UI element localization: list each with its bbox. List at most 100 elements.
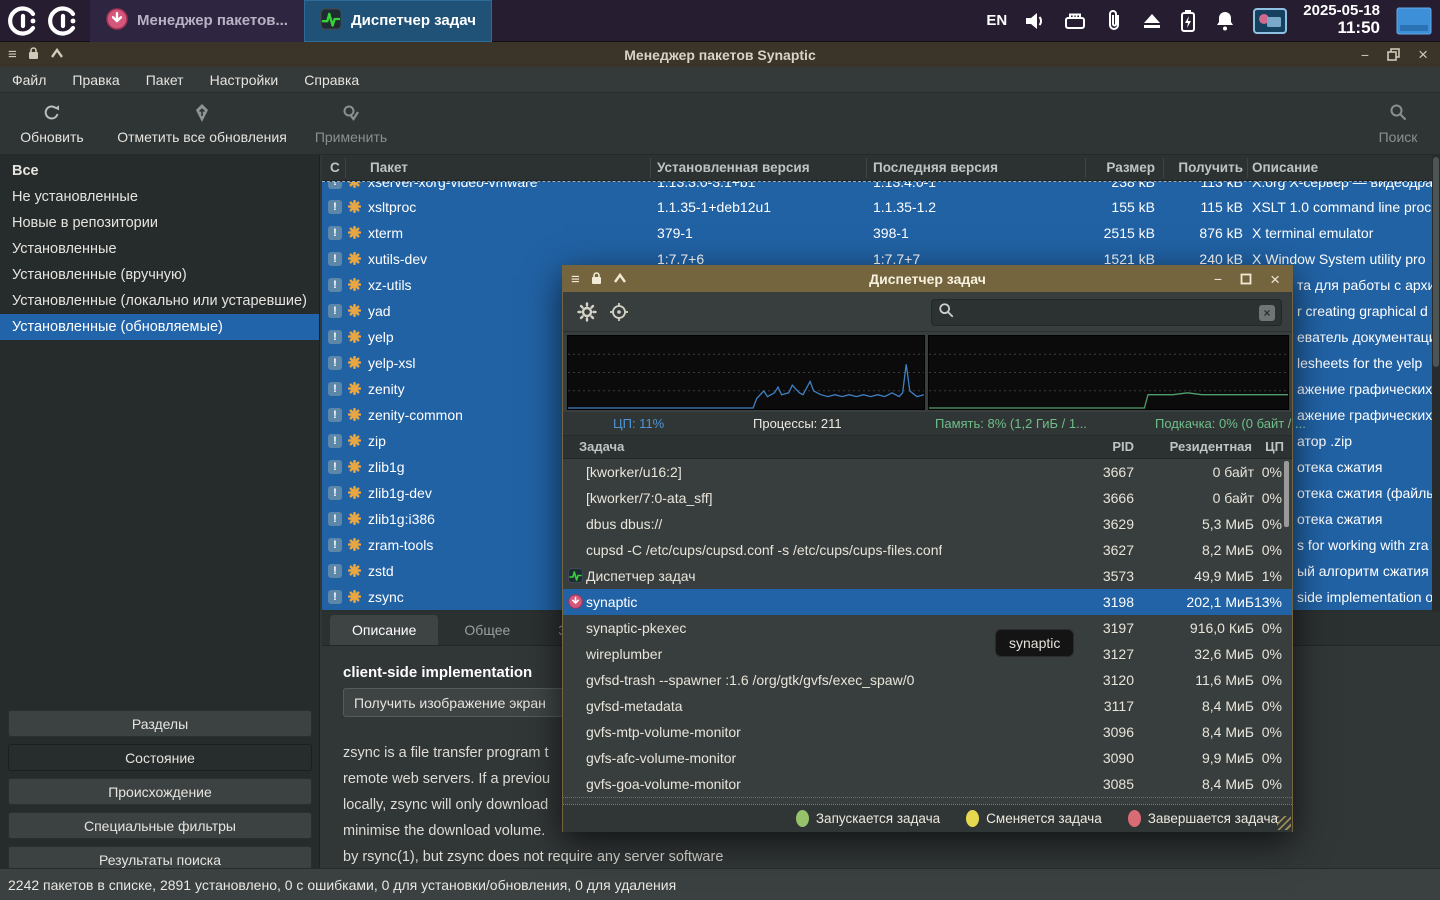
refresh-button[interactable]: Обновить [8, 99, 96, 149]
mark-all-upgrades-button[interactable]: Отметить все обновления [100, 99, 304, 149]
clipboard-icon[interactable] [1103, 9, 1125, 33]
clock[interactable]: 2025-05-18 11:50 [1303, 2, 1380, 38]
details-tab[interactable]: Описание [330, 615, 439, 645]
column-header[interactable]: Описание [1252, 155, 1318, 181]
package-row[interactable]: ! xserver-xorg-video-vmware 1:13.3.0-3.1+b… [322, 181, 1432, 194]
battery-icon[interactable] [1179, 9, 1197, 33]
process-name: gvfs-afc-volume-monitor [586, 750, 737, 766]
process-table[interactable]: [kworker/u16:2] 3667 0 байт 0% [kworker/7:0-… [563, 459, 1292, 798]
process-pid: 3629 [1102, 516, 1134, 532]
process-row[interactable]: gvfsd-metadata 3117 8,4 МиБ 0% [563, 693, 1292, 719]
taskbar-window-list: Менеджер пакетов... Диспетчер задач [90, 0, 492, 42]
menubar-item[interactable]: Настройки [210, 72, 279, 88]
process-row[interactable]: [kworker/u16:2] 3667 0 байт 0% [563, 459, 1292, 485]
sidebar-filter-item[interactable]: Не установленные [0, 184, 319, 210]
close-button[interactable]: × [1418, 46, 1428, 63]
process-row[interactable]: wireplumber 3127 32,6 МиБ 0% [563, 641, 1292, 667]
show-desktop-icon[interactable] [1396, 7, 1432, 35]
synaptic-titlebar[interactable]: ≡ Менеджер пакетов Synaptic − × [0, 42, 1440, 67]
package-row-clipped[interactable]: ! xserver-xorg-video-vmware 1:13.3.0-3.1+b… [322, 181, 1432, 194]
keyboard-icon[interactable] [1063, 9, 1087, 33]
filter-mode-button[interactable]: Состояние [8, 744, 312, 771]
column-header[interactable]: Получить [1157, 155, 1243, 181]
process-row[interactable]: cupsd -C /etc/cups/cupsd.conf -s /etc/cu… [563, 537, 1292, 563]
process-row[interactable]: [kworker/7:0-ata_sff] 3666 0 байт 0% [563, 485, 1292, 511]
process-row[interactable]: gvfsd-trash --spawner :1.6 /org/gtk/gvfs… [563, 667, 1292, 693]
filter-mode-button[interactable]: Разделы [8, 710, 312, 737]
screenshot-tool-icon[interactable] [1253, 7, 1288, 34]
column-separator [866, 158, 867, 178]
time-label: 11:50 [1337, 18, 1380, 38]
process-row[interactable]: gvfs-afc-volume-monitor 3090 9,9 МиБ 0% [563, 745, 1292, 771]
notifications-bell-icon[interactable] [1213, 9, 1237, 33]
package-row[interactable]: ! xterm 379-1 398-1 2515 kB 876 kB X terminal … [322, 220, 1432, 246]
package-description: lesheets for the yelp [1297, 355, 1423, 371]
menubar-item[interactable]: Пакет [146, 72, 184, 88]
process-memory: 8,4 МиБ [1201, 698, 1254, 714]
filter-mode-button[interactable]: Происхождение [8, 778, 312, 805]
minimize-button[interactable]: − [1361, 48, 1369, 62]
latest-version: 1:13.4.0-1 [873, 181, 937, 190]
settings-gear-icon[interactable] [577, 302, 597, 327]
filter-mode-button[interactable]: Специальные фильтры [8, 812, 312, 839]
process-search-input[interactable] [954, 304, 1259, 321]
process-row[interactable]: Диспетчер задач 3573 49,9 МиБ 1% [563, 563, 1292, 589]
menubar-item[interactable]: Файл [12, 72, 46, 88]
column-header[interactable]: Установленная версия [657, 155, 810, 181]
sidebar-filter-item[interactable]: Установленные [0, 236, 319, 262]
search-button[interactable]: Поиск [1362, 99, 1434, 149]
package-table-scrollbar[interactable] [1432, 155, 1440, 654]
taskbar-window-button[interactable]: Менеджер пакетов... [90, 0, 304, 42]
menubar-item[interactable]: Справка [304, 72, 359, 88]
app-launcher-icon[interactable] [46, 4, 80, 38]
sidebar-filter-item[interactable]: Все [0, 158, 319, 184]
column-pid[interactable]: PID [1112, 439, 1134, 454]
process-row[interactable]: synaptic-pkexec 3197 916,0 КиБ 0% [563, 615, 1292, 641]
pick-process-target-icon[interactable] [609, 302, 629, 327]
process-search-field[interactable]: × [931, 299, 1282, 326]
task-manager-titlebar[interactable]: ≡ Диспетчер задач − × [563, 266, 1292, 292]
process-memory: 9,9 МиБ [1201, 750, 1254, 766]
menubar-item[interactable]: Правка [72, 72, 119, 88]
upgradable-status-icon: ! [328, 486, 342, 500]
sidebar-filter-item[interactable]: Установленные (локально или устаревшие) [0, 288, 319, 314]
process-row[interactable]: synaptic 3198 202,1 МиБ 13% [563, 589, 1292, 615]
resize-grip[interactable] [1277, 816, 1291, 830]
column-header[interactable]: С [330, 155, 340, 181]
process-row[interactable]: dbus dbus:// 3629 5,3 МиБ 0% [563, 511, 1292, 537]
restore-button[interactable] [1387, 48, 1400, 61]
column-header[interactable]: Пакет [370, 155, 408, 181]
sidebar-filter-item[interactable]: Новые в репозитории [0, 210, 319, 236]
package-table-header[interactable]: С Пакет Установленная версия Последняя верс… [322, 155, 1432, 181]
sidebar-filter-item[interactable]: Установленные (вручную) [0, 262, 319, 288]
column-header[interactable]: Размер [1055, 155, 1155, 181]
details-text-line: remote web servers. If a previou [343, 771, 551, 787]
legend-label: Сменяется задача [986, 811, 1102, 826]
details-tab[interactable]: Общее [442, 615, 532, 645]
clear-search-icon[interactable]: × [1259, 304, 1275, 321]
process-table-header[interactable]: Задача PID Резидентная ЦП [563, 436, 1292, 459]
column-resident[interactable]: Резидентная [1170, 439, 1252, 454]
minimize-button[interactable]: − [1214, 272, 1222, 286]
column-separator [1085, 158, 1086, 178]
process-table-scrollbar[interactable] [1284, 461, 1289, 795]
package-row[interactable]: ! xsltproc 1.1.35-1+deb12u1 1.1.35-1.2 155 k… [322, 194, 1432, 220]
maximize-button[interactable] [1240, 273, 1252, 285]
process-row[interactable]: gvfs-goa-volume-monitor 3085 8,4 МиБ 0% [563, 771, 1292, 797]
process-row[interactable]: gvfs-mtp-volume-monitor 3096 8,4 МиБ 0% [563, 719, 1292, 745]
apply-button[interactable]: Применить [312, 99, 390, 149]
close-button[interactable]: × [1270, 271, 1280, 288]
process-memory: 916,0 КиБ [1189, 620, 1254, 636]
taskbar-window-button[interactable]: Диспетчер задач [303, 0, 492, 42]
column-cpu[interactable]: ЦП [1265, 439, 1284, 454]
sidebar-filter-item[interactable]: Установленные (обновляемые) [0, 314, 319, 340]
column-header[interactable]: Последняя версия [873, 155, 998, 181]
get-screenshot-button[interactable]: Получить изображение экран [343, 688, 587, 717]
column-task[interactable]: Задача [579, 439, 624, 454]
app-launcher-icon[interactable] [6, 4, 40, 38]
package-icon [347, 329, 362, 344]
language-indicator[interactable]: EN [986, 12, 1007, 29]
volume-icon[interactable] [1023, 9, 1047, 33]
package-description: ажение графических [1297, 381, 1432, 397]
eject-icon[interactable] [1141, 10, 1163, 32]
